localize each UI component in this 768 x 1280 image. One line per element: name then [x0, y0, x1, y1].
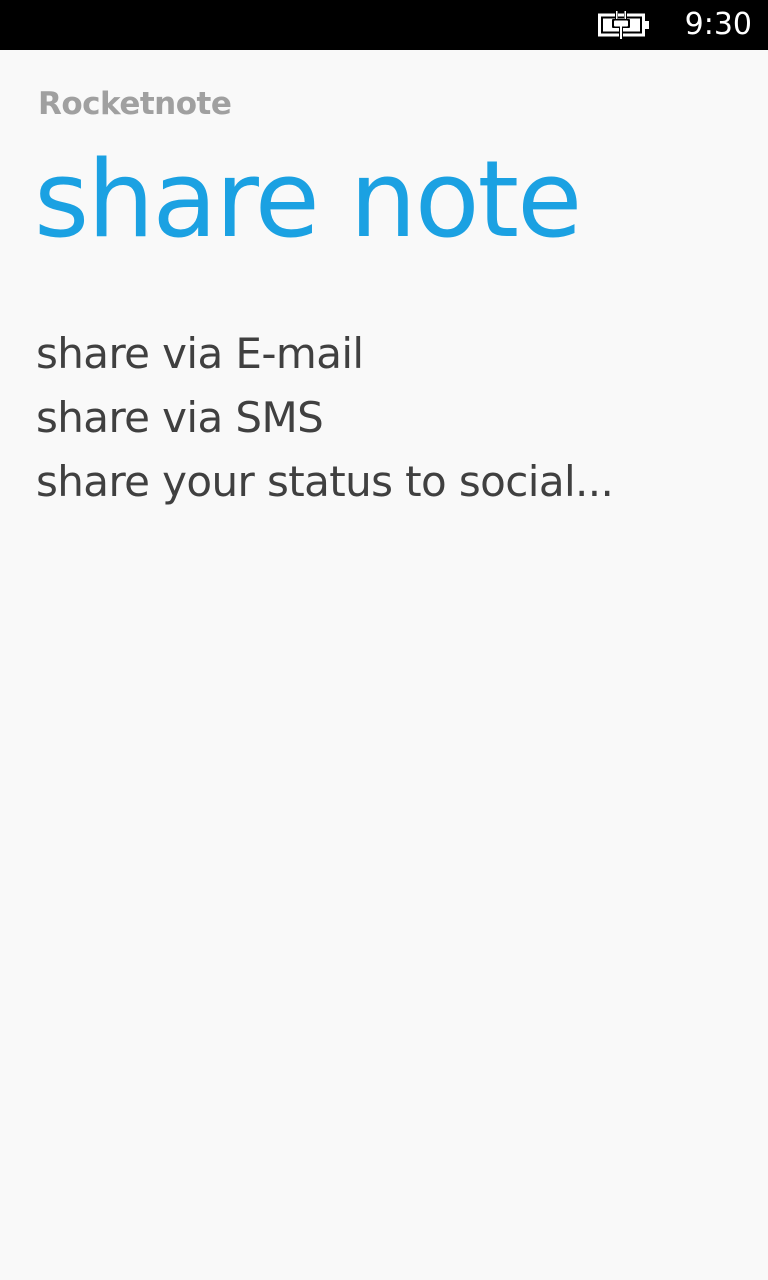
app-name: Rocketnote — [38, 86, 232, 122]
status-time: 9:30 — [684, 7, 752, 42]
battery-charging-icon — [598, 11, 649, 39]
share-status-social-item[interactable]: share your status to social... — [36, 450, 736, 514]
share-via-email-item[interactable]: share via E-mail — [36, 322, 736, 386]
share-via-sms-item[interactable]: share via SMS — [36, 386, 736, 450]
share-options-list: share via E-mail share via SMS share you… — [36, 322, 736, 514]
status-bar: 9:30 — [0, 0, 768, 50]
page-title: share note — [34, 138, 582, 261]
